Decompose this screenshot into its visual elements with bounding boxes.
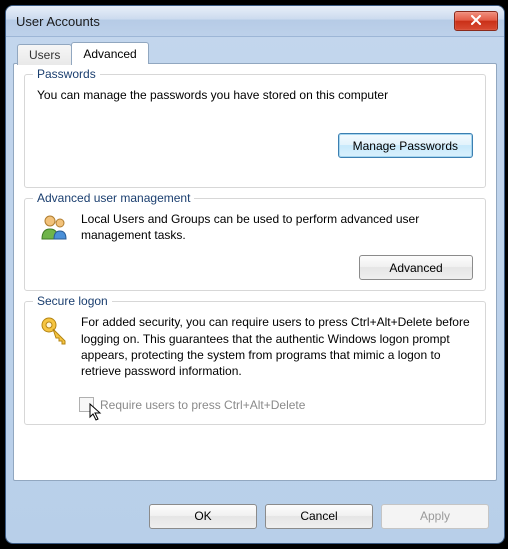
require-cad-label: Require users to press Ctrl+Alt+Delete	[100, 398, 305, 412]
key-icon	[37, 314, 71, 346]
manage-passwords-button[interactable]: Manage Passwords	[338, 133, 473, 158]
tab-advanced[interactable]: Advanced	[71, 42, 148, 64]
apply-button: Apply	[381, 504, 489, 529]
close-icon	[471, 14, 481, 28]
cancel-button[interactable]: Cancel	[265, 504, 373, 529]
tab-strip: Users Advanced	[13, 40, 497, 63]
group-passwords: Passwords You can manage the passwords y…	[24, 74, 486, 188]
advanced-mgmt-text: Local Users and Groups can be used to pe…	[81, 211, 473, 243]
secure-logon-text: For added security, you can require user…	[81, 314, 473, 379]
require-cad-checkbox-row: Require users to press Ctrl+Alt+Delete	[79, 397, 473, 412]
group-title-passwords: Passwords	[33, 67, 100, 81]
client-area: Users Advanced Passwords You can manage …	[13, 40, 497, 536]
tab-panel-advanced: Passwords You can manage the passwords y…	[13, 63, 497, 481]
user-accounts-window: User Accounts Users Advanced Passwords Y…	[5, 5, 505, 544]
group-secure-logon: Secure logon For added security, you can…	[24, 301, 486, 425]
titlebar[interactable]: User Accounts	[6, 6, 504, 37]
dialog-footer: OK Cancel Apply	[13, 496, 497, 536]
close-button[interactable]	[454, 11, 498, 31]
group-title-advanced-mgmt: Advanced user management	[33, 191, 194, 205]
advanced-button[interactable]: Advanced	[359, 255, 473, 280]
users-icon	[37, 211, 71, 243]
group-title-secure-logon: Secure logon	[33, 294, 112, 308]
passwords-text: You can manage the passwords you have st…	[37, 87, 473, 103]
tab-users[interactable]: Users	[17, 44, 72, 65]
group-advanced-user-management: Advanced user management Local Users and…	[24, 198, 486, 291]
ok-button[interactable]: OK	[149, 504, 257, 529]
mouse-cursor-icon	[89, 403, 107, 421]
window-title: User Accounts	[16, 14, 454, 29]
